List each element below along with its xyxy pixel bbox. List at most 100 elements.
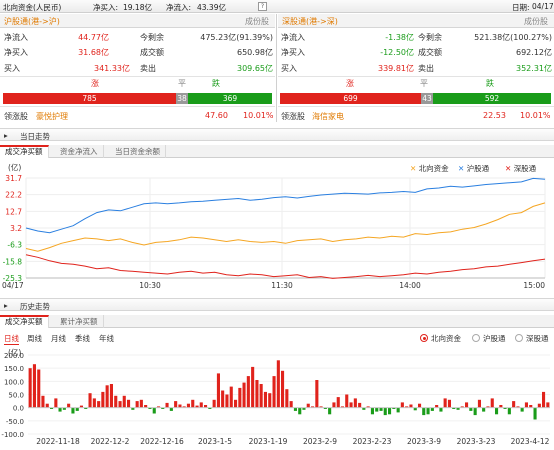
y-tick-label: 22.2 [5, 191, 22, 200]
sh-components-link[interactable]: 成份股 [245, 16, 269, 27]
bar [255, 380, 259, 408]
bar [349, 402, 353, 408]
bar [152, 407, 156, 414]
bar [396, 407, 400, 413]
bar [285, 389, 289, 408]
bar [345, 394, 349, 408]
sh-lead-stock[interactable]: 豪悦护理 [36, 111, 68, 122]
bar [45, 403, 49, 408]
sh-row-netbuy: 净买入 31.68亿 成交额 650.98亿 [4, 48, 273, 57]
intraday-section-header[interactable]: ▸ 当日走势 [0, 128, 554, 141]
bar [469, 407, 473, 411]
tab-history-cumulative[interactable]: 累计净买额 [55, 315, 104, 328]
bar [533, 407, 537, 420]
sz-lead-pct: 10.01% [520, 111, 551, 120]
sz-lead-label: 领涨股 [281, 112, 305, 121]
sz-lead-stock[interactable]: 海信家电 [312, 111, 344, 122]
period-year[interactable]: 年线 [99, 333, 114, 344]
tab-history-net-buy[interactable]: 成交净买额 [0, 315, 49, 328]
bar [400, 402, 404, 408]
sz-flat-label: 平 [420, 79, 428, 88]
period-week[interactable]: 周线 [27, 333, 42, 344]
history-bar-chart: 200.0 150.0 100.0 50.0 0.0 -50.0 -100.0 2022-11… [1, 352, 550, 446]
intraday-tabs: 成交净买额 资金净流入 当日资金余额 [0, 145, 554, 158]
sh-up-label: 涨 [91, 79, 99, 88]
bar [520, 407, 524, 412]
top-summary-bar: 北向资金(人民币) 净买入: 19.18亿 净流入: 43.39亿 ? 日期: … [0, 0, 554, 13]
bar [246, 376, 250, 408]
date-value: 04/17 [532, 2, 554, 11]
radio-sh[interactable]: 沪股通 [472, 333, 506, 344]
radio-sh-icon [472, 334, 480, 342]
bar [268, 393, 272, 408]
bar [122, 395, 126, 408]
bar [443, 398, 447, 408]
panel-divider [276, 14, 277, 122]
bar [465, 402, 469, 408]
bar [165, 402, 169, 408]
sz-components-link[interactable]: 成份股 [524, 16, 548, 27]
x-tick-label: 11:30 [271, 281, 293, 290]
bar [482, 407, 486, 412]
y-tick-label: 200.0 [4, 352, 24, 360]
bar [135, 401, 139, 408]
radio-north[interactable]: 北向资金 [420, 333, 461, 344]
sh-down-label: 跌 [212, 79, 220, 88]
bar [388, 407, 392, 415]
sz-panel-title: 深股通(港->深) [282, 17, 338, 26]
radio-north-icon [420, 334, 428, 342]
sz-row-buy: 买入 339.81亿 卖出 352.31亿 [281, 64, 552, 73]
tab-net-inflow[interactable]: 资金净流入 [55, 145, 104, 158]
sh-up-count: 785 [3, 93, 176, 104]
bar [216, 373, 220, 408]
x-tick-label: 2022-12-2 [91, 437, 130, 446]
y-tick-label: 100.0 [4, 378, 24, 386]
bar [542, 391, 546, 408]
period-selector: 日线 周线 月线 季线 年线 北向资金 沪股通 深股通 [0, 331, 554, 345]
x-tick-label: 04/17 [2, 281, 24, 290]
y-tick-label: 0.0 [13, 405, 24, 413]
bar [32, 364, 36, 408]
bar [332, 402, 336, 408]
bar [75, 407, 79, 411]
net-buy-value: 19.18亿 [123, 3, 152, 12]
bar [105, 385, 109, 408]
bar [251, 366, 255, 408]
sz-connect-panel: 深股通(港->深) 成份股 净流入 -1.38亿 今剩余 521.38亿(100… [278, 14, 554, 122]
bar [139, 399, 143, 408]
sz-flat-count: 43 [421, 93, 433, 104]
help-button[interactable]: ? [258, 2, 267, 11]
sh-panel-title: 沪股通(港->沪) [4, 17, 60, 26]
period-month[interactable]: 月线 [51, 333, 66, 344]
bar [101, 391, 105, 408]
date-label: 日期: [512, 3, 530, 12]
history-section-title: 历史走势 [20, 302, 50, 311]
tab-net-buy[interactable]: 成交净买额 [0, 145, 49, 158]
period-quarter[interactable]: 季线 [75, 333, 90, 344]
tab-balance[interactable]: 当日资金余额 [110, 145, 166, 158]
period-day[interactable]: 日线 [4, 333, 19, 345]
x-tick-label: 15:00 [523, 281, 545, 290]
y-tick-label: -100.0 [1, 431, 24, 439]
bar [212, 399, 216, 408]
bar [229, 386, 233, 408]
radio-sz[interactable]: 深股通 [515, 333, 549, 344]
bar [114, 395, 118, 408]
bar [315, 380, 319, 408]
bar [225, 394, 229, 408]
bar [422, 407, 426, 416]
bar [298, 407, 302, 415]
net-buy-label: 净买入: [93, 3, 119, 12]
sh-lead-price: 47.60 [205, 111, 228, 120]
intraday-line-chart: 31.722.212.73.2-6.3-15.8-25.304/17 10:30 1… [2, 174, 546, 290]
bar [426, 407, 430, 415]
north-fund-title: 北向资金(人民币) [3, 3, 62, 12]
x-tick-label: 2023-2-9 [303, 437, 337, 446]
history-section-header[interactable]: ▸ 历史走势 [0, 298, 554, 311]
bar [336, 397, 340, 408]
sz-down-count: 592 [433, 93, 551, 104]
y-tick-label: -15.8 [3, 257, 23, 266]
x-tick-label: 2023-4-12 [511, 437, 550, 446]
sh-down-count: 369 [188, 93, 272, 104]
bar [537, 403, 541, 408]
